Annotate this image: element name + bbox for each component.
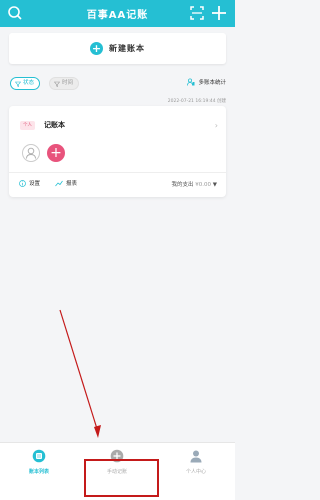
book-list-icon <box>32 449 46 463</box>
tab-book-list[interactable]: 账本列表 <box>0 449 78 475</box>
tab-book-list-label: 账本列表 <box>28 469 49 475</box>
tab-profile-label: 个人中心 <box>185 469 206 475</box>
annotation-arrow <box>59 309 101 438</box>
profile-icon <box>190 450 202 463</box>
annotation-highlight-box <box>84 459 159 497</box>
tab-profile[interactable]: 个人中心 <box>157 449 235 475</box>
